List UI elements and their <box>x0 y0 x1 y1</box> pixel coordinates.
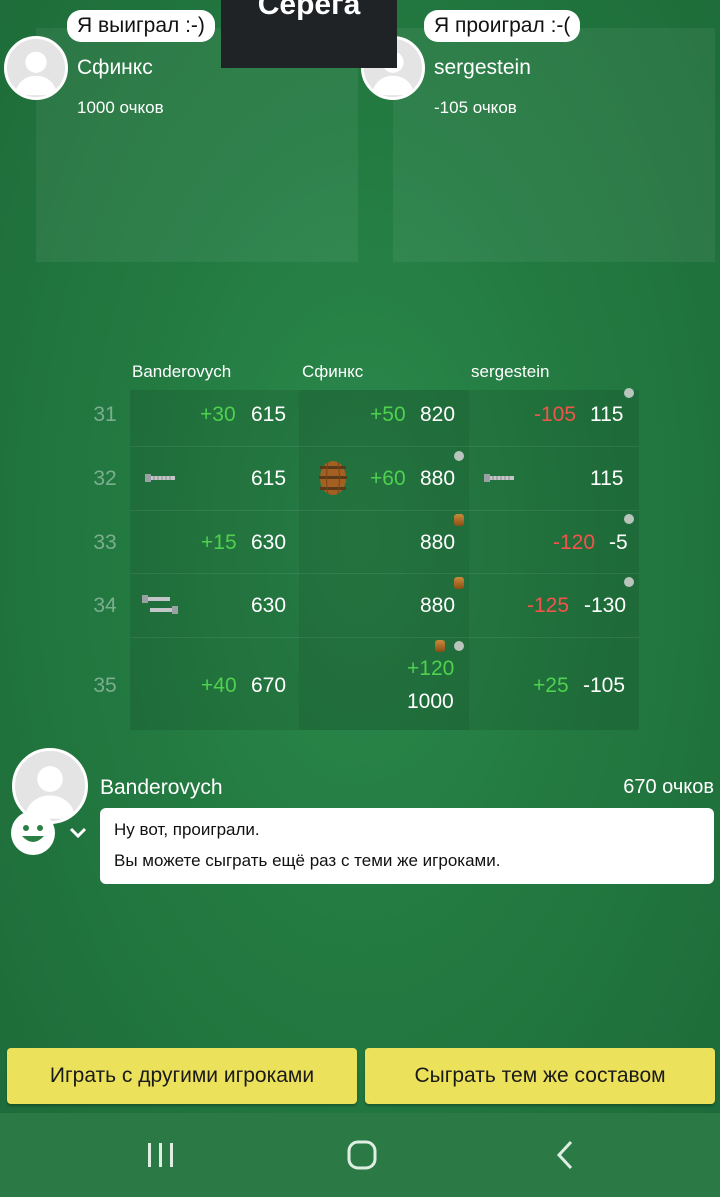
person-icon <box>7 39 65 97</box>
score-total: 630 <box>251 531 287 554</box>
player-name-left: Сфинкс <box>77 56 153 79</box>
row-divider <box>130 637 639 638</box>
marker-dot <box>624 577 634 587</box>
score-total: 615 <box>251 403 287 426</box>
smiley-icon[interactable] <box>10 810 56 856</box>
row-divider <box>130 510 639 511</box>
barrel-icon <box>454 514 464 526</box>
bolt-icon <box>145 474 175 482</box>
score-delta: +120 <box>407 657 455 680</box>
score-delta: -125 <box>527 594 570 617</box>
bolt-icon <box>484 474 514 482</box>
chat-sender-score: 670 очков <box>623 776 714 798</box>
bolts-icon <box>142 595 178 614</box>
home-icon[interactable] <box>346 1139 378 1171</box>
score-total: 880 <box>420 531 456 554</box>
row-number: 33 <box>93 531 117 554</box>
row-divider <box>130 573 639 574</box>
score-delta: +15 <box>201 531 237 554</box>
status-bubble-right: Я проиграл :-( <box>424 10 581 42</box>
score-total: 820 <box>420 403 456 426</box>
chevron-down-icon[interactable] <box>68 826 88 840</box>
score-delta: -105 <box>534 403 577 426</box>
score-total: -5 <box>609 531 628 554</box>
column-header-sfinks: Сфинкс <box>302 362 364 381</box>
back-icon[interactable] <box>553 1139 577 1171</box>
score-total: -130 <box>584 594 627 617</box>
score-total: 1000 <box>407 690 454 713</box>
score-delta: +40 <box>201 674 237 697</box>
play-same-team-button[interactable]: Сыграть тем же составом <box>365 1048 715 1104</box>
score-delta: +30 <box>200 403 236 426</box>
avatar-sfinks[interactable] <box>4 36 68 100</box>
player-name-right: sergestein <box>434 56 531 79</box>
row-number: 34 <box>93 594 117 617</box>
barrel-icon <box>454 577 464 589</box>
status-bubble-left: Я выиграл :-) <box>67 10 215 42</box>
marker-dot <box>454 451 464 461</box>
marker-dot <box>624 388 634 398</box>
column-header-sergestein: sergestein <box>471 362 550 381</box>
score-total: 115 <box>590 467 624 490</box>
chat-message: Ну вот, проиграли. Вы можете сыграть ещё… <box>100 808 714 884</box>
row-number: 31 <box>93 403 117 426</box>
score-delta: +25 <box>533 674 569 697</box>
marker-dot <box>454 641 464 651</box>
score-delta: +60 <box>370 467 406 490</box>
score-total: 115 <box>590 403 624 426</box>
barrel-icon <box>319 461 347 495</box>
score-total: 615 <box>251 467 287 490</box>
row-number: 35 <box>93 674 117 697</box>
chat-line-2: Вы можете сыграть ещё раз с теми же игро… <box>114 851 501 870</box>
score-total: 670 <box>251 674 287 697</box>
score-total: 630 <box>251 594 287 617</box>
chat-line-1: Ну вот, проиграли. <box>114 820 260 839</box>
chat-sender-name: Banderovych <box>100 776 223 799</box>
barrel-icon <box>435 640 445 652</box>
score-delta: -120 <box>553 531 596 554</box>
play-with-others-button[interactable]: Играть с другими игроками <box>7 1048 357 1104</box>
marker-dot <box>624 514 634 524</box>
recent-apps-icon[interactable] <box>146 1141 176 1169</box>
score-delta: +50 <box>370 403 406 426</box>
player-title-tab: Серега <box>221 0 397 68</box>
system-navigation-bar <box>0 1113 720 1197</box>
row-divider <box>130 446 639 447</box>
column-header-banderovych: Banderovych <box>132 362 232 381</box>
score-total: 880 <box>420 467 456 490</box>
score-total: -105 <box>583 674 626 697</box>
player-score-left: 1000 очков <box>77 98 164 117</box>
row-number: 32 <box>93 467 117 490</box>
player-score-right: -105 очков <box>434 98 517 117</box>
score-total: 880 <box>420 594 456 617</box>
